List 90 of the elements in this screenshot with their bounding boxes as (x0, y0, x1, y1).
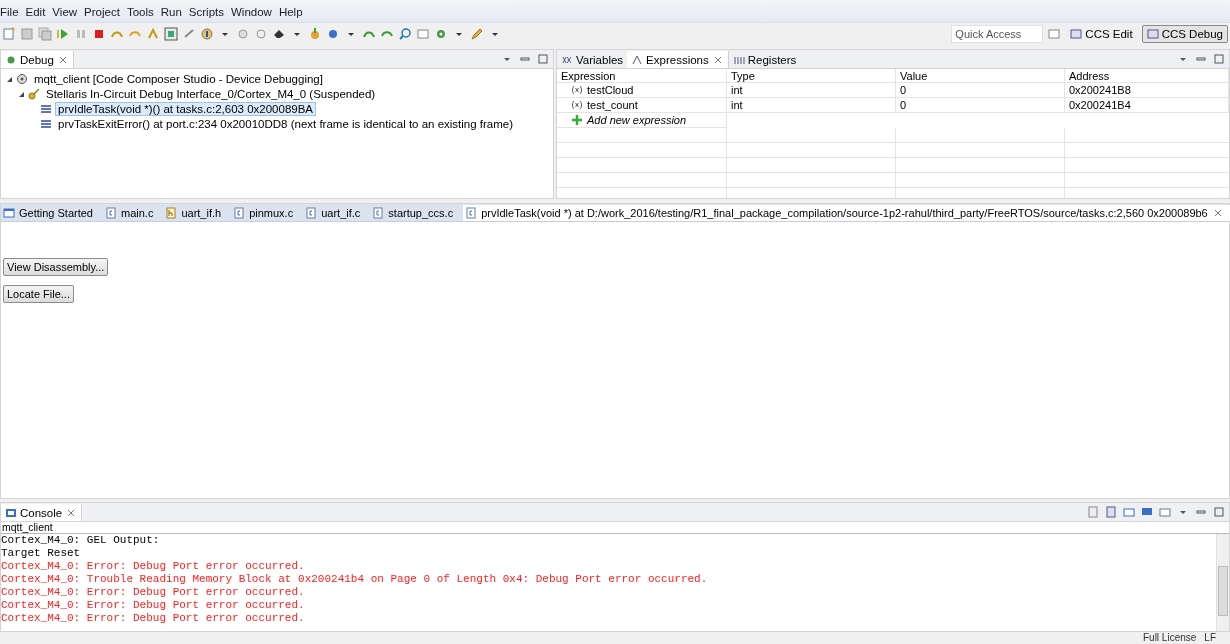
clear-console-icon[interactable] (1087, 506, 1099, 518)
console-line: Cortex_M4_0: Error: Debug Port error occurred. (1, 612, 306, 625)
column-header[interactable]: Type (727, 69, 896, 83)
plus-icon (571, 114, 583, 126)
new-file-icon[interactable] (2, 27, 16, 41)
menu-item[interactable]: View (52, 6, 83, 18)
perspective-icon (1070, 28, 1083, 40)
menu-item[interactable]: Help (278, 6, 308, 18)
save-all-icon[interactable] (38, 27, 52, 41)
variable-icon (571, 84, 583, 96)
stop-icon[interactable] (92, 27, 106, 41)
window-icon (3, 207, 15, 219)
expression-icon (631, 53, 644, 66)
menu-item[interactable]: Run (160, 6, 187, 18)
editor-action-button[interactable]: View Disassembly... (3, 258, 109, 276)
table-cell: 0 (896, 83, 1065, 98)
console-line: Cortex_M4_0: Error: Debug Port error occurred. (1, 586, 306, 599)
editor-tab[interactable]: Getting Started (1, 205, 103, 221)
pin-console-icon[interactable] (1123, 506, 1135, 518)
status-text: Full License (1142, 632, 1197, 644)
menu-item[interactable]: Project (84, 6, 125, 18)
console-title: mqtt_client (1, 522, 1229, 534)
table-cell: int (727, 98, 896, 113)
maximize-icon[interactable] (1213, 506, 1225, 518)
header-file-icon (165, 207, 178, 219)
resume-icon[interactable] (56, 27, 70, 41)
console-tab[interactable]: Console (1, 504, 83, 521)
stack-tree-item[interactable]: prvIdleTask(void *)() at tasks.c:2,603 0x200089BA (55, 101, 317, 116)
new-console-icon[interactable] (1159, 506, 1171, 518)
scroll-lock-icon[interactable] (1105, 506, 1117, 518)
add-expression-link[interactable]: Add new expression (587, 114, 687, 126)
console-line: Target Reset (1, 547, 82, 560)
view-tab[interactable]: Variables (557, 51, 628, 68)
editor-tab[interactable]: main.c (103, 205, 164, 221)
console-line: Cortex_M4_0: GEL Output: (1, 534, 161, 547)
editor-tab[interactable]: startup_ccs.c (370, 205, 464, 221)
stack-frame-icon (40, 102, 52, 115)
table-cell: test_count (587, 99, 638, 111)
menu-item[interactable]: File (0, 6, 24, 18)
console-line: Cortex_M4_0: Error: Debug Port error occurred. (1, 599, 306, 612)
c-file-icon (233, 207, 246, 219)
stack-frame-icon (40, 117, 52, 130)
status-text: LF (1204, 632, 1216, 644)
menu-item[interactable]: Edit (25, 6, 51, 18)
c-file-icon (305, 207, 318, 219)
menu-item[interactable]: Tools (126, 6, 159, 18)
table-cell: testCloud (587, 84, 634, 96)
maximize-icon[interactable] (1213, 53, 1225, 65)
editor-action-button[interactable]: Locate File... (3, 285, 74, 303)
table-cell: 0x200241B4 (1065, 98, 1229, 113)
console-icon (5, 506, 17, 519)
display-console-icon[interactable] (1141, 506, 1153, 518)
editor-tab[interactable]: pinmux.c (231, 205, 304, 221)
view-tab[interactable]: Expressions (627, 51, 729, 68)
column-header[interactable]: Value (896, 69, 1065, 83)
scrollbar[interactable] (1216, 534, 1229, 631)
search-icon[interactable] (398, 27, 412, 41)
debug-session-icon (16, 72, 28, 85)
save-icon[interactable] (20, 27, 34, 41)
console-line: Cortex_M4_0: Trouble Reading Memory Block at 0x200241b4 on Page 0 of Length 0x4: Debug Port error occurred. (1, 573, 709, 586)
editor-tab[interactable]: uart_if.c (303, 205, 371, 221)
stack-tree-item[interactable]: mqtt_client [Code Composer Studio - Device Debugging] (31, 71, 326, 86)
perspective-button[interactable]: CCS Edit (1065, 25, 1138, 43)
c-file-icon (105, 207, 117, 219)
menu-item[interactable]: Scripts (188, 6, 229, 18)
column-header[interactable]: Address (1065, 69, 1229, 83)
debug-tab[interactable]: Debug (1, 51, 74, 68)
editor-tab[interactable]: uart_if.h (163, 205, 232, 221)
table-cell: 0x200241B8 (1065, 83, 1229, 98)
stack-tree-item[interactable]: Stellaris In-Circuit Debug Interface_0/Cortex_M4_0 (Suspended) (43, 86, 379, 101)
perspective-button[interactable]: CCS Debug (1141, 25, 1228, 43)
perspective-icon (1146, 28, 1159, 40)
stack-tree-item[interactable]: prvTaskExitError() at port.c:234 0x20010DD8 (next frame is identical to an existing frame) (55, 116, 517, 131)
key-icon (28, 87, 40, 100)
table-cell: 0 (896, 98, 1065, 113)
variable-icon (571, 99, 583, 111)
quick-access-field[interactable]: Quick Access (951, 25, 1044, 43)
menu-item[interactable]: Window (231, 6, 277, 18)
window-icon[interactable] (416, 27, 430, 41)
open-perspective-icon[interactable] (1047, 27, 1062, 41)
column-header[interactable]: Expression (557, 69, 727, 83)
table-cell: int (727, 83, 896, 98)
view-tab[interactable]: Registers (728, 51, 801, 68)
c-file-icon (372, 207, 385, 219)
editor-tab[interactable]: prvIdleTask(void *) at D:/work_2016/testing/R1_final_package_compilation/source-1p2-rahul/third_party/FreeRTOS/source/tasks.c:2,560 0x200089b6 (463, 205, 1230, 221)
console-line: Cortex_M4_0: Error: Debug Port error occurred. (1, 560, 306, 573)
c-file-icon (465, 207, 478, 219)
debug-view-icon[interactable] (164, 27, 178, 41)
maximize-icon[interactable] (537, 53, 549, 65)
pencil-icon[interactable] (470, 27, 484, 41)
